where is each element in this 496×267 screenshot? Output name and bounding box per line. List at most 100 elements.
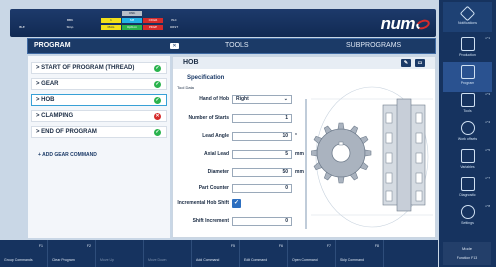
item-number: n°5 [485, 148, 490, 152]
add-command-button[interactable]: F5 Add Command [192, 240, 240, 267]
sidebar-item-notifications[interactable]: Notifications [443, 2, 492, 32]
scrollbar[interactable] [305, 99, 307, 229]
incremental-hob-shift-checkbox[interactable]: ✓ [232, 199, 241, 208]
sidebar-item-label: Production [459, 53, 476, 57]
gear-icon [460, 205, 475, 219]
unit-label: mm [295, 169, 304, 175]
tools-icon [460, 93, 475, 107]
sidebar-item-label: Notifications [457, 21, 478, 25]
mode-button[interactable]: Mode Function F13 [443, 242, 491, 265]
check-icon: ✓ [154, 81, 161, 88]
backspace-icon[interactable]: ✕ [170, 43, 179, 49]
command-label: > CLAMPING [36, 113, 74, 119]
sidebar-item-label: Diagnostic [459, 193, 476, 197]
edit-command-button[interactable]: F6 Edit Command [240, 240, 288, 267]
group-commands-button[interactable]: F1 Group Commands [0, 240, 48, 267]
field-label: Number of Starts [188, 115, 229, 121]
lead-angle-field[interactable]: 10 [232, 132, 292, 141]
production-icon [460, 37, 475, 51]
function-label: Function F13 [456, 256, 478, 260]
lead-angle-row: Lead Angle 10 ° [173, 132, 307, 141]
list-item[interactable]: > CLAMPING ✕ [31, 110, 167, 122]
move-up-button[interactable]: Move Up [96, 240, 144, 267]
field-label: Diameter [207, 169, 229, 175]
hand-of-hob-select[interactable]: Right ⌄ [232, 95, 292, 104]
check-icon: ✓ [154, 129, 161, 136]
part-counter-field[interactable]: 0 [232, 184, 292, 193]
sidebar-item-production[interactable]: n°1 Production [443, 34, 492, 64]
move-down-button[interactable]: Move Down [144, 240, 192, 267]
status-cell: Stop [66, 25, 74, 29]
num-logo: num [381, 14, 432, 34]
list-item[interactable]: > START OF PROGRAM (THREAD) ✓ [31, 62, 167, 74]
check-icon: ✓ [154, 97, 161, 104]
item-number: n°4 [485, 120, 490, 124]
panel-header: HOB ✎ ▭ [173, 57, 435, 69]
shift-increment-field[interactable]: 0 [232, 217, 292, 226]
sidebar-item-program[interactable]: Program [443, 62, 492, 92]
incremental-hob-shift-row: Incremental Hob Shift ✓ [173, 199, 307, 208]
program-icon [460, 65, 475, 79]
panel-title: HOB [183, 59, 199, 66]
tool-data-label: Tool Data [177, 85, 194, 90]
part-counter-row: Part Counter 0 [173, 184, 307, 193]
sidebar-item-diagnostic[interactable]: n°7 Diagnostic [443, 174, 492, 204]
mode-label: Mode [461, 246, 472, 251]
field-label: Axial Lead [203, 151, 229, 157]
sidebar-item-work-offsets[interactable]: n°4 Work offsets [443, 118, 492, 148]
command-label: > END OF PROGRAM [36, 129, 97, 135]
command-list: > START OF PROGRAM (THREAD) ✓ > GEAR ✓ >… [28, 56, 170, 238]
work-offsets-icon [460, 121, 475, 135]
diameter-field[interactable]: 50 [232, 168, 292, 177]
hand-of-hob-row: Hand of Hob Right ⌄ [173, 95, 307, 104]
command-label: > HOB [36, 97, 55, 103]
main-sidebar: Notifications n°1 Production Program n°3… [439, 0, 496, 267]
add-gear-command-button[interactable]: + ADD GEAR COMMAND [38, 152, 97, 158]
axial-lead-field[interactable]: 5 [232, 150, 292, 159]
list-item[interactable]: > HOB ✓ [31, 94, 167, 106]
item-number: n°7 [485, 176, 490, 180]
sidebar-item-variables[interactable]: n°5 Variables [443, 146, 492, 176]
section-title: Specification [187, 75, 225, 81]
error-icon: ✕ [154, 113, 161, 120]
variables-icon [460, 149, 475, 163]
unit-label: ° [295, 133, 297, 139]
open-command-button[interactable]: F7 Open Command [288, 240, 336, 267]
list-item[interactable]: > END OF PROGRAM ✓ [31, 126, 167, 138]
skip-command-button[interactable]: F8 Skip Command [336, 240, 384, 267]
bell-icon [459, 5, 476, 22]
sidebar-item-label: Tools [463, 109, 472, 113]
number-of-starts-row: Number of Starts 1 [173, 114, 307, 123]
field-label: Part Counter [198, 185, 229, 191]
item-number: n°3 [485, 92, 490, 96]
command-label: > GEAR [36, 81, 59, 87]
screen: ONb BBK 1 SPI CDGR PLC BLE Stop MAG Opti… [0, 0, 496, 267]
tab-program[interactable]: PROGRAM [34, 39, 71, 53]
axial-lead-row: Axial Lead 5 mm [173, 150, 307, 159]
status-cell: ORST [169, 25, 179, 29]
check-icon: ✓ [154, 65, 161, 72]
field-label: Shift Increment [192, 218, 229, 224]
chevron-down-icon: ⌄ [283, 96, 288, 102]
diagnostic-icon [460, 177, 475, 191]
sidebar-item-tools[interactable]: n°3 Tools [443, 90, 492, 120]
sidebar-item-label: Work offsets [457, 137, 478, 141]
sidebar-item-settings[interactable]: n°8 Settings [443, 202, 492, 232]
tab-subprograms[interactable]: SUBPROGRAMS [346, 39, 401, 53]
number-of-starts-field[interactable]: 1 [232, 114, 292, 123]
edit-icon[interactable]: ✎ [401, 59, 411, 67]
command-label: > START OF PROGRAM (THREAD) [36, 65, 135, 71]
shift-increment-row: Shift Increment 0 [173, 217, 307, 226]
item-number: n°1 [485, 36, 490, 40]
hob-detail-panel: HOB ✎ ▭ Specification Tool Data Hand of … [172, 56, 436, 238]
hob-illustration [311, 86, 433, 228]
clear-program-button[interactable]: F2 Clear Program [48, 240, 96, 267]
status-cell: Option [122, 25, 142, 30]
display-icon[interactable]: ▭ [415, 59, 425, 67]
list-item[interactable]: > GEAR ✓ [31, 78, 167, 90]
tab-tools[interactable]: TOOLS [225, 39, 249, 53]
tab-bar: PROGRAM ✕ TOOLS SUBPROGRAMS [27, 38, 436, 54]
sidebar-item-label: Settings [461, 221, 474, 225]
sidebar-item-label: Program [460, 81, 475, 85]
status-cell: SPI [122, 18, 142, 23]
